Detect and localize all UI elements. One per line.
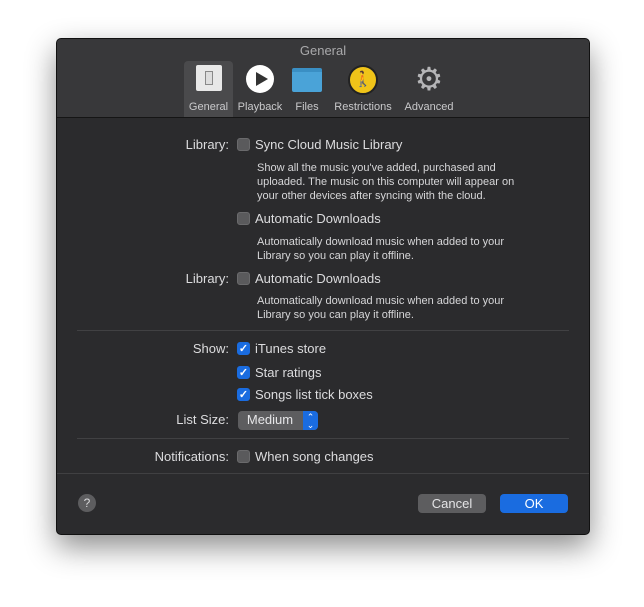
cancel-button[interactable]: Cancel	[418, 494, 486, 513]
itunes-store-checkbox[interactable]: ✓	[237, 342, 250, 355]
switch-icon	[195, 65, 222, 91]
auto-downloads-label-2[interactable]: Automatic Downloads	[255, 271, 381, 286]
auto-downloads-description: Automatically download music when added …	[257, 236, 505, 262]
auto-downloads-label[interactable]: Automatic Downloads	[255, 211, 381, 226]
song-changes-checkbox[interactable]	[237, 450, 250, 463]
list-size-popup[interactable]: Medium ⌃ ⌄	[238, 411, 318, 430]
tab-general[interactable]: General	[184, 61, 233, 117]
star-ratings-checkbox[interactable]: ✓	[237, 366, 250, 379]
tab-label: General	[188, 101, 229, 113]
itunes-store-label[interactable]: iTunes store	[255, 341, 326, 356]
tab-label: Advanced	[404, 101, 454, 113]
auto-downloads-checkbox-2[interactable]	[237, 272, 250, 285]
tab-advanced[interactable]: ⚙ Advanced	[401, 61, 457, 117]
divider	[77, 330, 569, 331]
gear-icon: ⚙	[414, 61, 444, 97]
preferences-window: General General Playback Files 🚶 Restric…	[56, 38, 590, 535]
list-size-label: List Size:	[176, 412, 229, 427]
auto-downloads-checkbox[interactable]	[237, 212, 250, 225]
tab-label: Restrictions	[334, 101, 392, 113]
window-title: General	[299, 43, 347, 58]
song-changes-label[interactable]: When song changes	[255, 449, 374, 464]
folder-icon	[292, 68, 322, 92]
star-ratings-label[interactable]: Star ratings	[255, 365, 321, 380]
show-label: Show:	[192, 341, 229, 356]
tab-restrictions[interactable]: 🚶 Restrictions	[329, 61, 397, 117]
tick-boxes-label[interactable]: Songs list tick boxes	[255, 387, 373, 402]
divider	[77, 438, 569, 439]
help-button[interactable]: ?	[78, 494, 96, 512]
ok-button[interactable]: OK	[500, 494, 568, 513]
library-label-2: Library:	[185, 271, 229, 286]
sync-cloud-description: Show all the music you've added, purchas…	[257, 162, 515, 202]
tab-files[interactable]: Files	[290, 61, 324, 117]
list-size-value: Medium	[246, 412, 294, 427]
tick-boxes-checkbox[interactable]: ✓	[237, 388, 250, 401]
library-label: Library:	[185, 137, 229, 152]
play-icon	[246, 65, 274, 93]
toolbar: General General Playback Files 🚶 Restric…	[57, 39, 589, 118]
parental-icon: 🚶	[348, 65, 378, 95]
chevron-updown-icon: ⌃ ⌄	[303, 411, 318, 430]
auto-downloads-description-2: Automatically download music when added …	[257, 295, 505, 321]
tab-label: Playback	[237, 101, 283, 113]
sync-cloud-checkbox[interactable]	[237, 138, 250, 151]
sync-cloud-label[interactable]: Sync Cloud Music Library	[255, 137, 402, 152]
footer-divider	[57, 473, 589, 474]
tab-label: Files	[295, 101, 319, 113]
tab-playback[interactable]: Playback	[235, 61, 285, 117]
notifications-label: Notifications:	[154, 449, 229, 464]
